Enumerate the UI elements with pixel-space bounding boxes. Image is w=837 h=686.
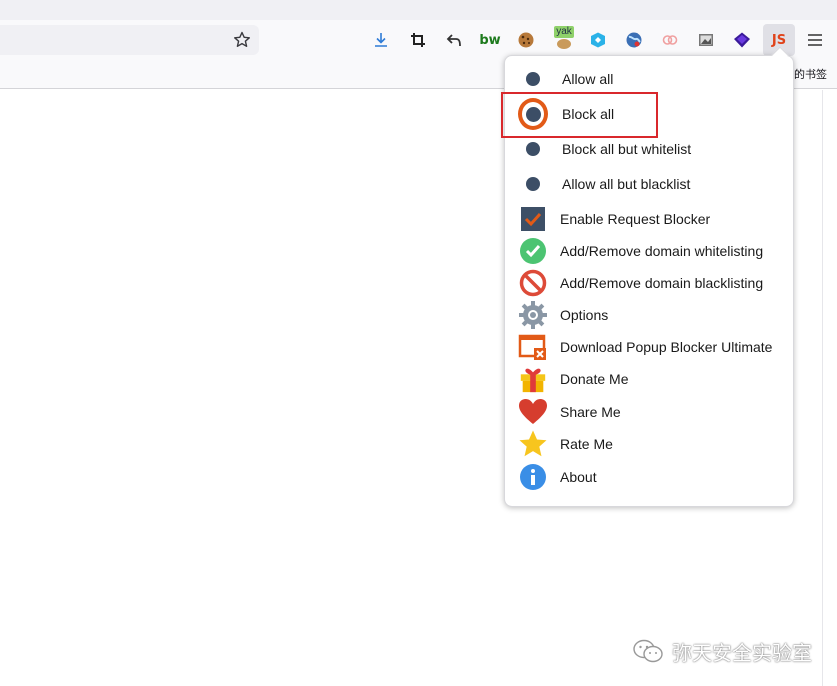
radio-icon [518,134,548,164]
menu-label: About [560,469,597,485]
menu-enable-request-blocker[interactable]: Enable Request Blocker [504,203,794,235]
menu-label: Options [560,307,609,323]
radio-icon [518,64,548,94]
heart-icon [518,397,548,427]
globe-extension-icon[interactable] [622,28,646,52]
address-bar[interactable] [0,25,259,55]
radio-label: Allow all [562,71,614,87]
menu-about[interactable]: About [504,461,794,493]
cookie-icon[interactable] [514,28,538,52]
menu-options[interactable]: Options [504,299,794,331]
hamburger-menu-icon[interactable] [803,28,827,52]
bw-label: bw [479,32,501,48]
menu-label: Rate Me [560,436,613,452]
bookmark-star-icon[interactable] [232,30,252,50]
star-icon [518,429,548,459]
yak-extension-icon[interactable]: yak [552,26,576,50]
window-close-icon [518,332,548,362]
browser-tab-strip [0,0,837,20]
green-check-icon [518,236,548,266]
menu-label: Add/Remove domain whitelisting [560,243,764,259]
checkbox-icon [518,204,548,234]
menu-label: Donate Me [560,371,629,387]
cube-extension-icon[interactable] [586,28,610,52]
gift-icon [518,364,548,394]
bw-extension-icon[interactable]: bw [478,28,502,52]
photo-extension-icon[interactable] [694,28,718,52]
watermark: 弥天安全实验室 [632,636,812,666]
red-block-icon [518,268,548,298]
menu-share[interactable]: Share Me [504,396,794,428]
radio-label: Allow all but blacklist [562,176,691,192]
link-extension-icon[interactable] [658,28,682,52]
menu-label: Share Me [560,404,621,420]
menu-rate[interactable]: Rate Me [504,428,794,460]
menu-download-popup-blocker[interactable]: Download Popup Blocker Ultimate [504,331,794,363]
wechat-logo-icon [633,639,663,663]
radio-icon [518,169,548,199]
radio-allow-all-but-blacklist[interactable]: Allow all but blacklist [504,168,794,200]
menu-donate[interactable]: Donate Me [504,363,794,395]
undo-icon[interactable] [442,28,466,52]
radio-allow-all[interactable]: Allow all [504,63,794,95]
menu-label: Add/Remove domain blacklisting [560,275,764,291]
watermark-text: 弥天安全实验室 [672,640,812,665]
menu-label: Enable Request Blocker [560,211,711,227]
highlight-box [501,92,658,138]
radio-label: Block all but whitelist [562,141,692,157]
menu-label: Download Popup Blocker Ultimate [560,339,773,355]
menu-domain-whitelisting[interactable]: Add/Remove domain whitelisting [504,235,794,267]
screenshot-crop-icon[interactable] [406,28,430,52]
page-scrollbar-track [822,90,823,686]
other-bookmarks-label[interactable]: 的书签 [794,66,827,82]
js-label: JS [771,32,787,48]
yak-label: yak [554,26,574,38]
download-icon[interactable] [369,28,393,52]
info-icon [518,462,548,492]
menu-domain-blacklisting[interactable]: Add/Remove domain blacklisting [504,267,794,299]
layers-extension-icon[interactable] [730,28,754,52]
gear-icon [518,300,548,330]
